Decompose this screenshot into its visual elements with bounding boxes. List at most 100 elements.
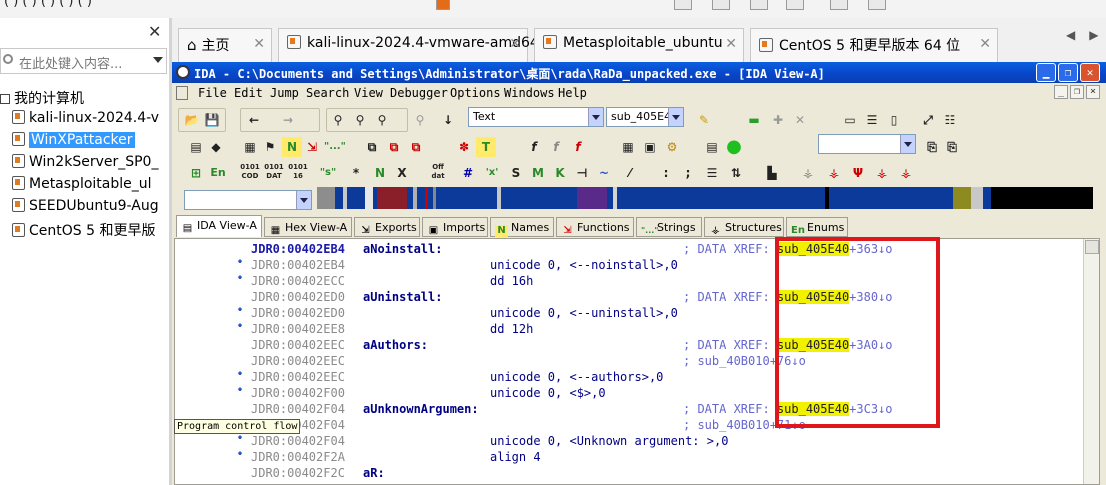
close-tab-icon[interactable]: ✕ — [979, 36, 991, 52]
semicolon-icon[interactable]: ; — [678, 163, 698, 183]
run-green-icon[interactable]: ● — [724, 137, 744, 157]
char-icon[interactable]: 'x' — [482, 163, 502, 183]
disassembly-listing[interactable]: JDR0:00402EB4 aNoinstall:; DATA XREF: sub… — [174, 238, 1100, 485]
tab-imports[interactable]: ▣ Imports — [422, 217, 488, 237]
listing-line[interactable]: • JDR0:00402F2A align 4 — [175, 449, 1075, 465]
notepad-icon[interactable]: ▤ — [702, 137, 722, 157]
close-tab-icon[interactable]: ✕ — [725, 36, 737, 52]
comment-icon[interactable]: ☰ — [702, 163, 722, 183]
label-name[interactable]: aAuthors: — [363, 337, 428, 353]
scroll-up-button[interactable] — [1085, 240, 1099, 254]
offset-icon[interactable]: Off dat — [428, 163, 448, 183]
toolbar-button[interactable] — [750, 0, 768, 10]
vertical-scrollbar[interactable] — [1083, 239, 1099, 484]
attach-icon[interactable]: ⎘ — [922, 137, 942, 157]
listing-line[interactable]: • JDR0:00402EE8 dd 12h — [175, 321, 1075, 337]
window-columns-icon[interactable]: ▯ — [884, 110, 904, 130]
psi-icon[interactable]: Ψ — [848, 163, 868, 183]
menu-help[interactable]: Help — [558, 86, 587, 100]
menu-windows[interactable]: Windows — [504, 86, 555, 100]
strings-icon[interactable]: "..." — [324, 137, 346, 157]
system-menu-icon[interactable] — [176, 86, 188, 100]
chip-icon[interactable]: ▣ — [640, 137, 660, 157]
tree-item-vm[interactable]: Metasploitable_ul — [12, 176, 152, 198]
tab-strings[interactable]: "..."Strings — [636, 217, 702, 237]
listing-line[interactable]: JDR0:00402EB4 aNoinstall:; DATA XREF: sub… — [175, 241, 1075, 257]
tab-names[interactable]: N Names — [490, 217, 554, 237]
listing-line[interactable]: • JDR0:00402F00 unicode 0, <$>,0 — [175, 385, 1075, 401]
binoculars-next-icon[interactable]: ⚲ — [350, 110, 370, 130]
listing-line[interactable]: • JDR0:00402EB4 unicode 0, <--noinstall>,0 — [175, 257, 1075, 273]
menu-file[interactable]: File — [198, 86, 227, 100]
chevron-down-icon[interactable] — [296, 191, 311, 209]
listing-line[interactable]: • JDR0:00402ECC dd 16h — [175, 273, 1075, 289]
code-icon[interactable]: 0101 COD — [240, 163, 260, 183]
xref-from-icon[interactable]: ⚶ — [896, 163, 916, 183]
jump-icon[interactable]: ↓ — [438, 110, 458, 130]
data-type-icon[interactable]: 0101 16 — [288, 163, 308, 183]
segment-s-icon[interactable]: S — [506, 163, 526, 183]
search-type-select[interactable]: Text — [468, 107, 604, 127]
breakpoint-icon[interactable]: ✽ — [454, 137, 474, 157]
close-button[interactable]: ✕ — [1080, 63, 1100, 82]
chevron-down-icon[interactable] — [588, 108, 603, 126]
chevron-down-icon[interactable] — [153, 57, 163, 63]
diamond-icon[interactable]: ◆ — [206, 137, 226, 157]
plus-icon[interactable]: ✚ — [768, 110, 788, 130]
menu-view[interactable]: View — [354, 86, 383, 100]
close-icon[interactable]: ✕ — [148, 22, 161, 41]
enum-icon[interactable]: En — [208, 163, 228, 183]
delete-icon[interactable]: ✕ — [790, 110, 810, 130]
undefine-icon[interactable]: ⊞ — [186, 163, 206, 183]
listing-line[interactable]: JDR0:00402ED0 aUninstall:; DATA XREF: sub… — [175, 289, 1075, 305]
navigation-band[interactable] — [317, 187, 1093, 209]
toolbar-button[interactable] — [868, 0, 886, 10]
menu-options[interactable]: Options — [450, 86, 501, 100]
tree-root-my-computer[interactable]: 我的计算机 — [0, 88, 84, 110]
x-icon[interactable]: X — [392, 163, 412, 183]
asterisk-icon[interactable]: * — [346, 163, 366, 183]
tab-home[interactable]: ⌂ 主页 ✕ — [178, 28, 272, 62]
tab-structures[interactable]: ⚶ Structures — [704, 217, 784, 237]
chevron-down-icon[interactable] — [900, 135, 915, 153]
function-disabled-icon[interactable]: f — [546, 137, 566, 157]
xref-to-icon[interactable]: ⚶ — [872, 163, 892, 183]
entry-icon[interactable]: ⇲ — [302, 137, 322, 157]
tab-kali[interactable]: kali-linux-2024.4-vmware-amd64 ✕ — [278, 28, 539, 62]
menu-jump[interactable]: Jump — [270, 86, 299, 100]
doc-icon[interactable]: ▤ — [186, 137, 206, 157]
close-tab-icon[interactable]: ✕ — [509, 36, 521, 52]
calculator-icon[interactable]: ▦ — [618, 137, 638, 157]
toolbar-button[interactable] — [712, 0, 730, 10]
toolbar-icon[interactable] — [512, 0, 526, 10]
binoculars-text-icon[interactable]: ⚲ — [372, 110, 392, 130]
menu-search[interactable]: Search — [306, 86, 349, 100]
label-name[interactable]: aR: — [363, 465, 385, 481]
n-icon[interactable]: N — [370, 163, 390, 183]
tilde-icon[interactable]: ~ — [594, 163, 614, 183]
window-split-icon[interactable]: ☰ — [862, 110, 882, 130]
listing-line[interactable]: JDR0:00402F2C aR: — [175, 465, 1075, 481]
tree-item-vm[interactable]: CentOS 5 和更早版 — [12, 220, 155, 242]
debugger-select[interactable] — [818, 134, 916, 154]
flag-icon[interactable]: ⚑ — [260, 137, 280, 157]
chevron-down-icon[interactable] — [668, 108, 683, 126]
menu-edit[interactable]: Edit — [234, 86, 263, 100]
arrows-icon[interactable]: ⇅ — [726, 163, 746, 183]
tab-scroll-arrows[interactable]: ◀▶ — [1066, 28, 1106, 42]
segment-reg-icon[interactable]: ⧉ — [384, 137, 404, 157]
minus-icon[interactable]: ⊣ — [572, 163, 592, 183]
binoculars-icon[interactable]: ⚲ — [328, 110, 348, 130]
graph-icon[interactable]: ⤢ — [918, 110, 938, 130]
tab-ida-view-a[interactable]: ▤ IDA View-A — [176, 215, 262, 237]
tree-item-vm[interactable]: WinXPattacker — [12, 132, 135, 154]
k-icon[interactable]: K — [550, 163, 570, 183]
chart-icon[interactable]: ▙ — [762, 163, 782, 183]
tab-hex-view-a[interactable]: ▦ Hex View-A — [264, 217, 352, 237]
segment-select[interactable] — [184, 190, 312, 210]
menu-debugger[interactable]: Debugger — [390, 86, 448, 100]
orange-toolbar-icon[interactable] — [436, 0, 450, 10]
gear-icon[interactable]: ⚙ — [662, 137, 682, 157]
mdi-close-button[interactable]: × — [1086, 85, 1100, 99]
binoculars-disabled-icon[interactable]: ⚲ — [410, 110, 430, 130]
